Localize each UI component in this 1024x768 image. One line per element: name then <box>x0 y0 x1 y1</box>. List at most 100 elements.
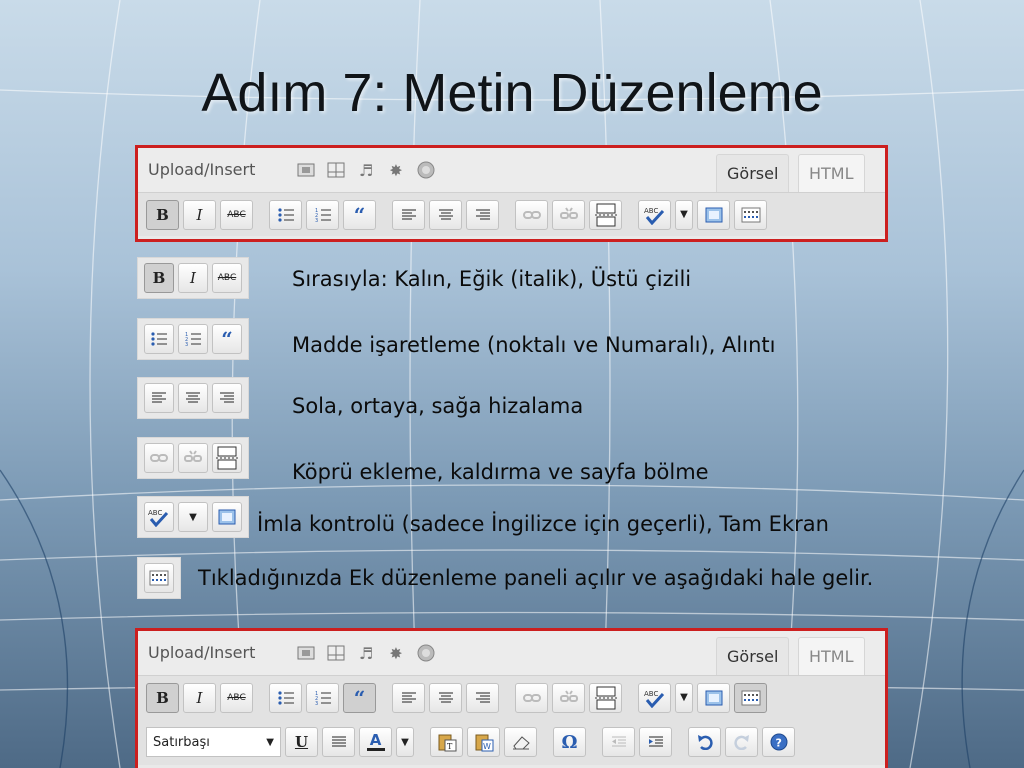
kitchen-sink-button[interactable] <box>734 682 767 713</box>
blockquote-button[interactable]: “ <box>343 199 376 230</box>
circle-icon[interactable] <box>416 160 436 180</box>
italic-button[interactable]: I <box>183 199 216 230</box>
spellcheck-dropdown-button[interactable]: ▼ <box>675 682 693 713</box>
align-left-button[interactable] <box>392 682 425 713</box>
video-icon[interactable] <box>326 643 346 663</box>
image-icon[interactable] <box>296 160 316 180</box>
strike-label: ABC <box>227 209 246 220</box>
align-left-icon <box>401 209 416 219</box>
insert-link-button <box>144 443 174 473</box>
bold-label: B <box>156 688 169 707</box>
format-select[interactable]: Satırbaşı ▼ <box>146 727 281 757</box>
strikethrough-button[interactable]: ABC <box>220 682 253 713</box>
align-right-button[interactable] <box>466 199 499 230</box>
link-icon <box>150 454 168 462</box>
spellcheck-icon: ABC <box>644 207 664 225</box>
circle-icon[interactable] <box>416 643 436 663</box>
legend-text-align: Sola, ortaya, sağa hizalama <box>292 394 584 418</box>
unlink-button <box>178 443 208 473</box>
media-icons: ♬ ✸ <box>296 643 436 663</box>
help-button[interactable]: ? <box>762 727 795 757</box>
blockquote-button[interactable]: “ <box>343 682 376 713</box>
spellcheck-icon: ABC <box>644 690 664 708</box>
justify-icon <box>331 736 346 747</box>
redo-icon <box>733 735 749 750</box>
clear-formatting-button[interactable] <box>504 727 537 757</box>
eraser-icon <box>512 736 530 750</box>
tab-html[interactable]: HTML <box>798 637 865 675</box>
unlink-button[interactable] <box>552 199 585 230</box>
bullet-list-icon <box>151 332 167 346</box>
media-star-icon[interactable]: ✸ <box>386 160 406 180</box>
image-icon[interactable] <box>296 643 316 663</box>
music-icon[interactable]: ♬ <box>356 160 376 180</box>
bold-button[interactable]: B <box>146 682 179 713</box>
align-right-button[interactable] <box>466 682 499 713</box>
align-left-button[interactable] <box>392 199 425 230</box>
bullet-list-button[interactable] <box>269 199 302 230</box>
unlink-icon <box>184 450 202 462</box>
paste-word-icon: W <box>475 734 493 752</box>
bullet-list-icon <box>277 207 294 222</box>
insert-link-button[interactable] <box>515 682 548 713</box>
spellcheck-button[interactable]: ABC <box>638 199 671 230</box>
svg-text:3: 3 <box>315 218 318 223</box>
media-star-icon[interactable]: ✸ <box>386 643 406 663</box>
fullscreen-button[interactable] <box>697 199 730 230</box>
undo-button[interactable] <box>688 727 721 757</box>
tab-visual[interactable]: Görsel <box>716 637 790 675</box>
align-center-button[interactable] <box>429 682 462 713</box>
paste-word-button[interactable]: W <box>467 727 500 757</box>
text-color-dropdown-button[interactable]: ▼ <box>396 727 414 757</box>
align-center-button[interactable] <box>429 199 462 230</box>
align-center-icon <box>438 209 453 219</box>
numbered-list-button[interactable]: 123 <box>306 682 339 713</box>
strikethrough-button[interactable]: ABC <box>220 199 253 230</box>
editor-toolbar-row2: Satırbaşı ▼ U A ▼ T W Ω ? <box>138 719 885 765</box>
text-color-button[interactable]: A <box>359 727 392 757</box>
editor-header: Upload/Insert ♬ ✸ Görsel HTML <box>138 631 885 675</box>
music-icon[interactable]: ♬ <box>356 643 376 663</box>
blockquote-button: “ <box>212 324 242 354</box>
spellcheck-dropdown-button: ▼ <box>178 502 208 532</box>
numbered-list-button[interactable]: 123 <box>306 199 339 230</box>
tab-html[interactable]: HTML <box>798 154 865 192</box>
align-right-icon <box>475 209 490 219</box>
bullet-list-button[interactable] <box>269 682 302 713</box>
insert-link-button[interactable] <box>515 199 548 230</box>
spellcheck-button: ABC <box>144 502 174 532</box>
media-icons: ♬ ✸ <box>296 160 436 180</box>
page-break-button[interactable] <box>589 682 622 713</box>
kitchen-sink-icon <box>741 690 760 705</box>
redo-button[interactable] <box>725 727 758 757</box>
unlink-button[interactable] <box>552 682 585 713</box>
svg-text:W: W <box>483 742 491 751</box>
spellcheck-icon: ABC <box>148 509 169 527</box>
fullscreen-button[interactable] <box>697 682 730 713</box>
spellcheck-dropdown-button[interactable]: ▼ <box>675 199 693 230</box>
kitchen-sink-button[interactable] <box>734 199 767 230</box>
upload-insert-label: Upload/Insert <box>148 643 256 662</box>
editor-toolbar-collapsed: Upload/Insert ♬ ✸ Görsel HTML B I ABC 12… <box>135 145 888 242</box>
indent-icon <box>648 736 663 747</box>
indent-button[interactable] <box>639 727 672 757</box>
video-icon[interactable] <box>326 160 346 180</box>
italic-button[interactable]: I <box>183 682 216 713</box>
page-break-button[interactable] <box>589 199 622 230</box>
align-center-icon <box>438 692 453 702</box>
spellcheck-button[interactable]: ABC <box>638 682 671 713</box>
justify-button[interactable] <box>322 727 355 757</box>
link-icon <box>522 693 541 702</box>
outdent-button[interactable] <box>602 727 635 757</box>
legend-chip-lists: 123 “ <box>137 318 249 360</box>
bold-button[interactable]: B <box>146 199 179 230</box>
align-center-icon <box>186 392 200 403</box>
italic-label: I <box>190 269 196 287</box>
underline-button[interactable]: U <box>285 727 318 757</box>
paste-text-button[interactable]: T <box>430 727 463 757</box>
special-character-button[interactable]: Ω <box>553 727 586 757</box>
tab-visual[interactable]: Görsel <box>716 154 790 192</box>
text-color-icon: A <box>369 731 382 749</box>
fullscreen-button <box>212 502 242 532</box>
help-icon: ? <box>770 733 787 751</box>
